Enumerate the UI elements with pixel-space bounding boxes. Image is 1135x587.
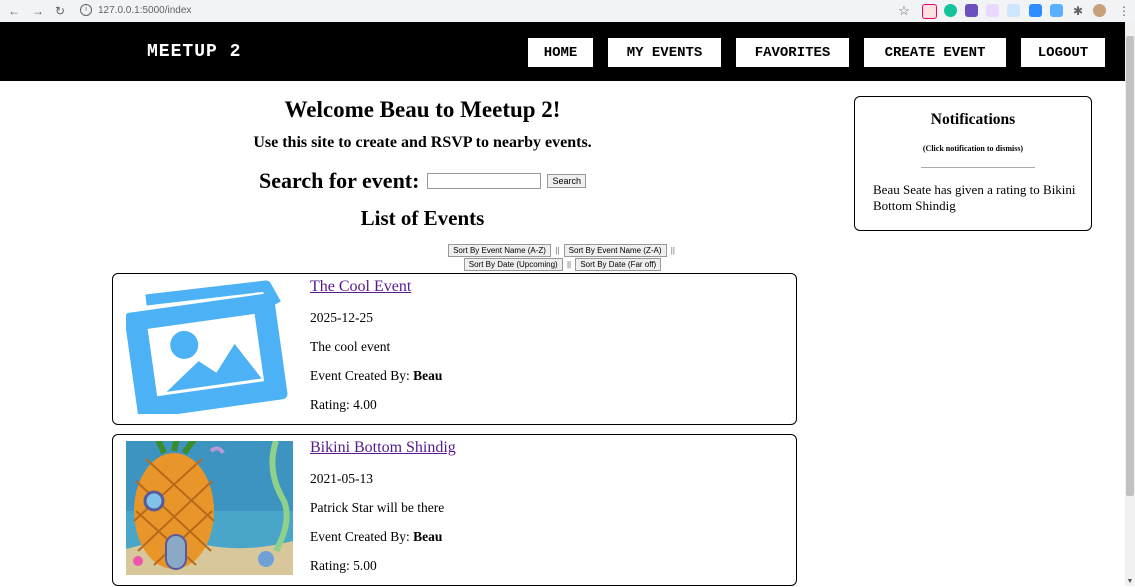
list-of-events-heading: List of Events: [360, 206, 485, 230]
placeholder-image-icon: [126, 280, 293, 414]
nav-favorites-button[interactable]: FAVORITES: [735, 37, 850, 68]
nav-my-events-button[interactable]: MY EVENTS: [607, 37, 722, 68]
event-rating-line: Rating: 4.00: [310, 397, 442, 412]
url-path: :5000/index: [139, 5, 192, 16]
address-bar[interactable]: i 127.0.0.1:5000/index: [80, 2, 880, 20]
event-creator: Beau: [413, 368, 443, 383]
separator: ||: [670, 246, 675, 255]
forward-icon[interactable]: →: [30, 3, 46, 19]
extension-icon[interactable]: [1007, 4, 1020, 17]
event-rating: 4.00: [353, 397, 377, 412]
event-title-link[interactable]: Bikini Bottom Shindig: [310, 439, 456, 457]
sort-controls: Sort By Date (Upcoming) || Sort By Date …: [400, 258, 725, 271]
welcome-heading: Welcome Beau to Meetup 2!: [284, 97, 561, 122]
event-date: 2025-12-25: [310, 310, 373, 325]
search-input[interactable]: [427, 173, 542, 189]
nav-logout-button[interactable]: LOGOUT: [1020, 37, 1106, 68]
sort-name-az-button[interactable]: Sort By Event Name (A-Z): [448, 244, 551, 257]
avatar[interactable]: [1093, 4, 1106, 17]
event-details: Bikini Bottom Shindig 2021-05-13 Patrick…: [310, 439, 456, 587]
rating-label: Rating:: [310, 397, 350, 412]
brand-logo[interactable]: MEETUP 2: [147, 42, 241, 62]
event-creator-line: Event Created By: Beau: [310, 529, 456, 544]
created-by-label: Event Created By:: [310, 529, 410, 544]
event-card: The Cool Event 2025-12-25 The cool event…: [112, 273, 797, 425]
created-by-label: Event Created By:: [310, 368, 410, 383]
event-creator: Beau: [413, 529, 443, 544]
event-creator-line: Event Created By: Beau: [310, 368, 442, 383]
sort-name-za-button[interactable]: Sort By Event Name (Z-A): [563, 244, 667, 257]
url-host: 127.0.0.1: [98, 5, 140, 16]
event-date: 2021-05-13: [310, 471, 373, 486]
back-icon[interactable]: ←: [6, 3, 22, 19]
browser-toolbar: ← → ↻ i 127.0.0.1:5000/index ☆ ✱ ⋮: [0, 0, 1135, 23]
event-rating-line: Rating: 5.00: [310, 558, 456, 573]
event-title-link[interactable]: The Cool Event: [310, 278, 442, 296]
nav-home-button[interactable]: HOME: [527, 37, 594, 68]
zoom-icon[interactable]: [1029, 4, 1042, 17]
notifications-panel: Notifications (Click notification to dis…: [854, 96, 1092, 231]
site-info-icon[interactable]: i: [80, 4, 92, 17]
extension-icon[interactable]: [986, 4, 999, 17]
event-description: The cool event: [310, 339, 391, 354]
nav-create-event-button[interactable]: CREATE EVENT: [863, 37, 1007, 68]
rating-label: Rating:: [310, 558, 350, 573]
puzzle-icon[interactable]: ✱: [1070, 3, 1086, 19]
reload-icon[interactable]: ↻: [52, 3, 68, 19]
extension-icon[interactable]: [922, 4, 937, 19]
scrollbar-thumb[interactable]: [1126, 36, 1134, 496]
separator: ||: [566, 260, 572, 269]
sort-date-far-button[interactable]: Sort By Date (Far off): [575, 258, 662, 271]
extension-icon[interactable]: [1050, 4, 1063, 17]
separator: ||: [555, 246, 560, 255]
grammarly-icon[interactable]: [944, 4, 957, 17]
event-rating: 5.00: [353, 558, 377, 573]
scroll-down-icon[interactable]: ▼: [1126, 577, 1134, 585]
sort-controls: Sort By Event Name (A-Z) || Sort By Even…: [400, 244, 725, 257]
bookmark-star-icon[interactable]: ☆: [896, 3, 912, 19]
event-details: The Cool Event 2025-12-25 The cool event…: [310, 278, 442, 426]
search-button[interactable]: Search: [547, 174, 586, 188]
extension-icon[interactable]: [965, 4, 978, 17]
pineapple-house-image: [126, 441, 293, 575]
divider: [921, 167, 1035, 168]
tagline: Use this site to create and RSVP to near…: [253, 134, 592, 151]
kebab-menu-icon[interactable]: ⋮: [1116, 3, 1132, 19]
sort-date-upcoming-button[interactable]: Sort By Date (Upcoming): [463, 258, 563, 271]
notification-item[interactable]: Beau Seate has given a rating to Bikini …: [873, 182, 1085, 214]
notifications-hint: (Click notification to dismiss): [922, 144, 1024, 153]
search-form: Search for event: Search: [150, 168, 695, 194]
event-description: Patrick Star will be there: [310, 500, 445, 515]
event-card: Bikini Bottom Shindig 2021-05-13 Patrick…: [112, 434, 797, 586]
search-label: Search for event:: [258, 168, 420, 193]
notifications-title: Notifications: [930, 111, 1016, 128]
